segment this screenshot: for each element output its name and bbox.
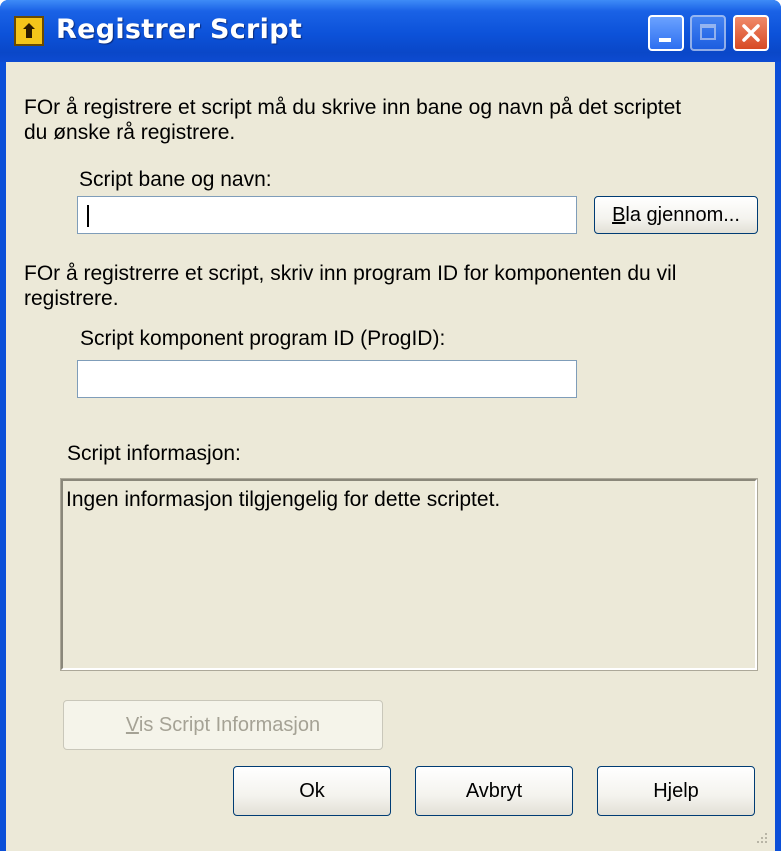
dialog-body: FOr å registrere et script må du skrive …	[6, 62, 775, 851]
help-button[interactable]: Hjelp	[597, 766, 755, 816]
app-icon	[14, 16, 44, 46]
help-label: Hjelp	[653, 780, 699, 802]
script-description-line2: du ønske rå registrere.	[24, 121, 236, 144]
ok-label: Ok	[299, 780, 325, 802]
script-info-text: Ingen informasjon tilgjengelig for dette…	[66, 488, 501, 511]
minimize-icon[interactable]	[648, 15, 684, 51]
cancel-button[interactable]: Avbryt	[415, 766, 573, 816]
script-description-line1: FOr å registrere et script må du skrive …	[24, 96, 682, 119]
browse-mnemonic: B	[612, 204, 626, 226]
dialog-window: Registrer Script FOr å registrere et scr…	[0, 0, 781, 851]
window-title: Registrer Script	[56, 14, 303, 45]
progid-description-line2: registrere.	[24, 287, 119, 310]
progid-description-line1: FOr å registrerre et script, skriv inn p…	[24, 262, 677, 285]
progid-label: Script komponent program ID (ProgID):	[80, 327, 446, 350]
text-caret	[87, 205, 89, 227]
resize-grip-icon[interactable]	[755, 831, 769, 845]
maximize-icon	[690, 15, 726, 51]
browse-label: la gjennom...	[625, 204, 740, 226]
cancel-label: Avbryt	[465, 780, 523, 802]
ok-button[interactable]: Ok	[233, 766, 391, 816]
script-path-input[interactable]	[77, 196, 577, 234]
show-script-info-button: Vis Script Informasjon	[63, 700, 383, 750]
script-info-label: Script informasjon:	[67, 442, 241, 465]
browse-button[interactable]: Bla gjennom...	[594, 196, 758, 234]
script-info-box: Ingen informasjon tilgjengelig for dette…	[60, 478, 758, 671]
show-info-label: is Script Informasjon	[138, 714, 321, 736]
show-info-mnemonic: V	[125, 714, 139, 736]
progid-input[interactable]	[77, 360, 577, 398]
script-path-label: Script bane og navn:	[79, 168, 272, 191]
title-bar[interactable]: Registrer Script	[0, 0, 781, 62]
close-icon[interactable]	[733, 15, 769, 51]
